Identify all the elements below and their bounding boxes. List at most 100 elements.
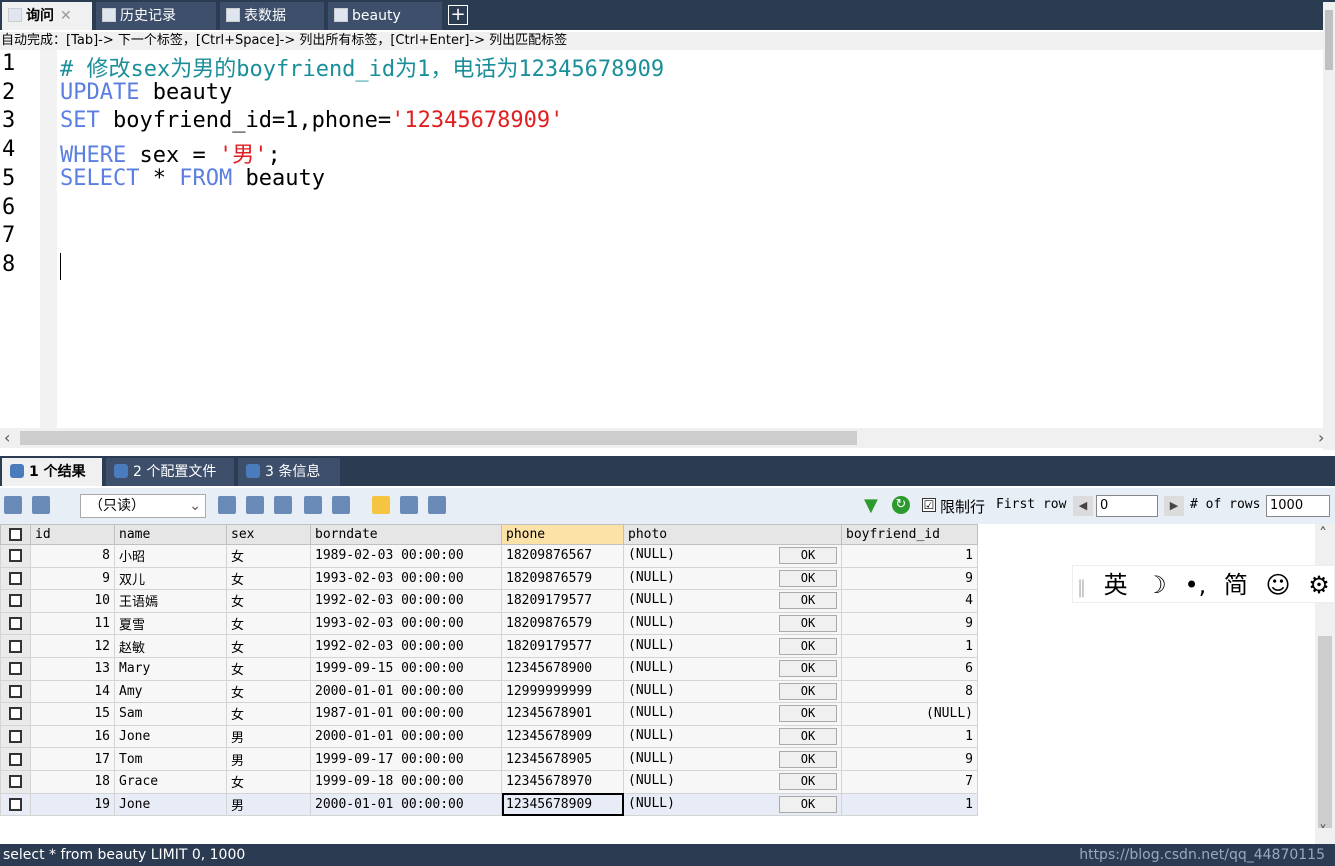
cell-boyfriend-id[interactable]: 6 xyxy=(841,656,978,681)
code-line[interactable]: SELECT * FROM beauty xyxy=(60,166,325,191)
row-select-cell[interactable] xyxy=(0,747,31,771)
cell-boyfriend-id[interactable]: 9 xyxy=(841,611,978,636)
cell-phone[interactable]: 12345678909 xyxy=(501,724,624,749)
cell-phone[interactable]: 18209179577 xyxy=(501,589,624,613)
gear-icon[interactable]: ⚙ xyxy=(1308,566,1330,604)
cell-sex[interactable]: 女 xyxy=(226,679,311,704)
cell-photo[interactable]: (NULL) OK xyxy=(623,656,842,681)
checkbox[interactable] xyxy=(9,662,22,676)
tab-results[interactable]: 1 个结果 xyxy=(2,458,102,486)
cell-borndate[interactable]: 2000-01-01 00:00:00 xyxy=(310,679,502,704)
cell-boyfriend-id[interactable]: 1 xyxy=(841,544,978,568)
cell-photo[interactable]: (NULL) OK xyxy=(623,589,842,613)
blob-ok-button[interactable]: OK xyxy=(779,660,837,678)
refresh-icon[interactable]: ↻ xyxy=(892,496,910,514)
first-row-input[interactable]: 0 xyxy=(1096,495,1158,517)
cell-name[interactable]: 双儿 xyxy=(114,566,227,591)
blob-ok-button[interactable]: OK xyxy=(779,728,837,746)
blob-ok-button[interactable]: OK xyxy=(779,795,837,813)
checkbox[interactable] xyxy=(9,707,22,721)
column-header-phone[interactable]: phone xyxy=(501,524,624,545)
blob-ok-button[interactable]: OK xyxy=(779,637,837,655)
grid-view-icon[interactable] xyxy=(4,496,22,514)
cell-name[interactable]: Jone xyxy=(114,724,227,749)
prev-page-button[interactable]: ◀ xyxy=(1073,496,1093,516)
column-header-photo[interactable]: photo xyxy=(623,524,842,545)
close-icon[interactable]: ✕ xyxy=(60,8,72,24)
moon-icon[interactable]: ☽ xyxy=(1145,566,1167,604)
cell-boyfriend-id[interactable]: 7 xyxy=(841,769,978,794)
blob-ok-button[interactable]: OK xyxy=(779,682,837,700)
column-header-sex[interactable]: sex xyxy=(226,524,311,545)
checkbox[interactable] xyxy=(9,639,22,653)
cell-photo[interactable]: (NULL) OK xyxy=(623,544,842,568)
row-select-cell[interactable] xyxy=(0,611,31,636)
cell-borndate[interactable]: 1987-01-01 00:00:00 xyxy=(310,702,502,726)
cell-sex[interactable]: 女 xyxy=(226,702,311,726)
row-select-cell[interactable] xyxy=(0,724,31,749)
cell-sex[interactable]: 女 xyxy=(226,566,311,591)
blob-ok-button[interactable]: OK xyxy=(779,569,837,587)
cell-name[interactable]: Jone xyxy=(114,792,227,817)
tab-query[interactable]: 询问 ✕ xyxy=(2,2,92,30)
cell-phone[interactable]: 12345678901 xyxy=(501,702,624,726)
cell-borndate[interactable]: 1992-02-03 00:00:00 xyxy=(310,589,502,613)
table-row[interactable]: 14 Amy 女 2000-01-01 00:00:00 12999999999 (NUL… xyxy=(0,679,978,704)
cell-borndate[interactable]: 1992-02-03 00:00:00 xyxy=(310,634,502,658)
row-select-cell[interactable] xyxy=(0,544,31,568)
cell-phone[interactable]: 12999999999 xyxy=(501,679,624,704)
row-select-cell[interactable] xyxy=(0,566,31,591)
cell-photo[interactable]: (NULL) OK xyxy=(623,566,842,591)
cell-phone[interactable]: 18209876579 xyxy=(501,566,624,591)
cell-phone[interactable]: 12345678970 xyxy=(501,769,624,794)
table-row[interactable]: 12 赵敏 女 1992-02-03 00:00:00 18209179577 (NULL… xyxy=(0,634,978,658)
cell-photo[interactable]: (NULL) OK xyxy=(623,724,842,749)
cell-boyfriend-id[interactable]: 1 xyxy=(841,724,978,749)
editor-horizontal-scrollbar[interactable]: ‹ › xyxy=(0,428,1335,448)
cell-boyfriend-id[interactable]: 9 xyxy=(841,566,978,591)
table-row[interactable]: 13 Mary 女 1999-09-15 00:00:00 12345678900 (NU… xyxy=(0,656,978,681)
cell-photo[interactable]: (NULL) OK xyxy=(623,634,842,658)
blob-ok-button[interactable]: OK xyxy=(779,592,837,610)
table-row[interactable]: 18 Grace 女 1999-09-18 00:00:00 12345678970 (N… xyxy=(0,769,978,794)
scroll-left-icon[interactable]: ‹ xyxy=(4,428,10,448)
scrollbar-thumb[interactable] xyxy=(1318,636,1332,828)
cell-id[interactable]: 8 xyxy=(30,544,115,568)
cell-name[interactable]: Sam xyxy=(114,702,227,726)
cell-boyfriend-id[interactable]: 8 xyxy=(841,679,978,704)
tab-table-data[interactable]: 表数据 xyxy=(220,2,324,30)
cell-sex[interactable]: 女 xyxy=(226,656,311,681)
discard-icon[interactable] xyxy=(332,496,350,514)
filter-icon[interactable]: ▼ xyxy=(864,495,878,516)
cell-phone[interactable]: 12345678905 xyxy=(501,747,624,771)
editor-vertical-scrollbar[interactable] xyxy=(1323,2,1335,450)
cell-id[interactable]: 15 xyxy=(30,702,115,726)
next-page-button[interactable]: ▶ xyxy=(1164,496,1184,516)
cell-name[interactable]: Mary xyxy=(114,656,227,681)
code-line[interactable]: UPDATE beauty xyxy=(60,80,232,105)
select-all-header[interactable] xyxy=(0,524,31,545)
table-row[interactable]: 17 Tom 男 1999-09-17 00:00:00 12345678905 (NUL… xyxy=(0,747,978,771)
cell-photo[interactable]: (NULL) OK xyxy=(623,792,842,817)
scroll-down-icon[interactable]: ˅ xyxy=(1319,822,1327,842)
cell-id[interactable]: 14 xyxy=(30,679,115,704)
blob-ok-button[interactable]: OK xyxy=(779,705,837,723)
form-mode-icon[interactable] xyxy=(400,496,418,514)
checkbox[interactable] xyxy=(9,775,22,789)
table-row[interactable]: 15 Sam 女 1987-01-01 00:00:00 12345678901 (NUL… xyxy=(0,702,978,726)
cell-id[interactable]: 19 xyxy=(30,792,115,817)
cell-name[interactable]: 小昭 xyxy=(114,544,227,568)
table-row[interactable]: 9 双儿 女 1993-02-03 00:00:00 18209876579 (NULL)… xyxy=(0,566,978,591)
table-row[interactable]: 19 Jone 男 2000-01-01 00:00:00 12345678909 (NU… xyxy=(0,792,978,817)
checkbox[interactable] xyxy=(9,684,22,698)
cell-borndate[interactable]: 2000-01-01 00:00:00 xyxy=(310,792,502,817)
ime-simplified-toggle[interactable]: 简 xyxy=(1224,566,1248,604)
table-row[interactable]: 10 王语嫣 女 1992-02-03 00:00:00 18209179577 (NUL… xyxy=(0,589,978,613)
cell-sex[interactable]: 女 xyxy=(226,589,311,613)
cell-id[interactable]: 13 xyxy=(30,656,115,681)
row-select-cell[interactable] xyxy=(0,679,31,704)
cell-phone[interactable]: 18209876567 xyxy=(501,544,624,568)
punctuation-icon[interactable]: •, xyxy=(1184,566,1206,604)
tab-history[interactable]: 历史记录 xyxy=(96,2,216,30)
row-select-cell[interactable] xyxy=(0,656,31,681)
